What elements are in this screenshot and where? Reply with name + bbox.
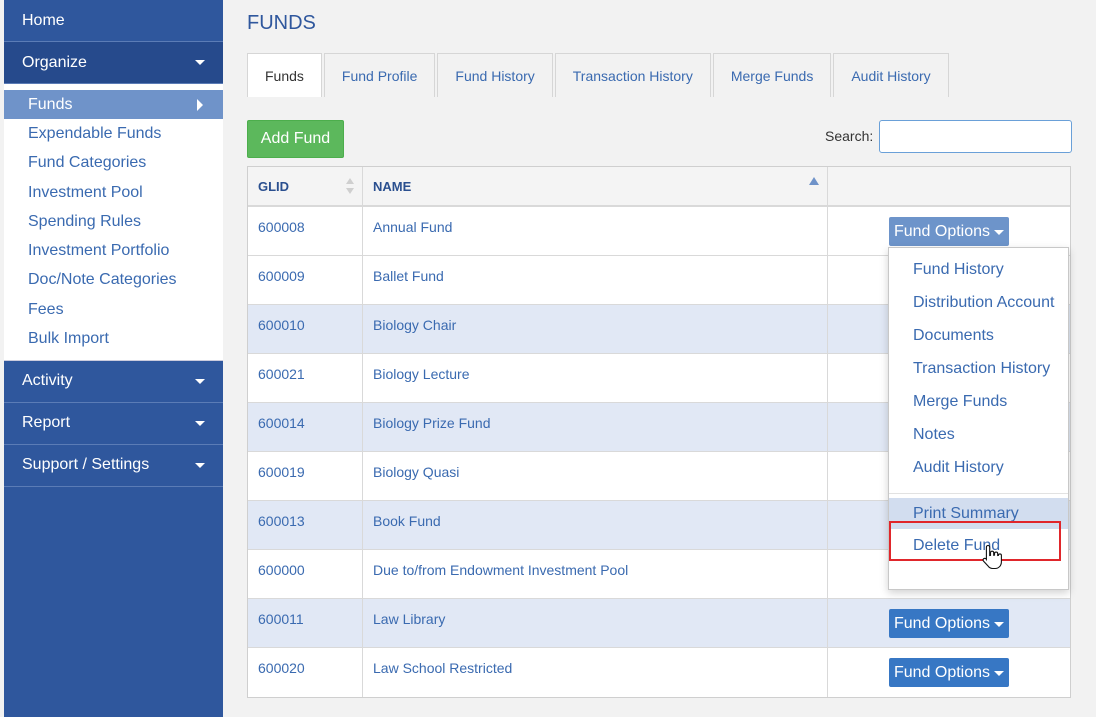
- sidebar-item-fees[interactable]: Fees: [4, 295, 223, 324]
- fund-options-button[interactable]: Fund Options: [889, 217, 1009, 246]
- sidebar-home-label: Home: [22, 11, 65, 29]
- tab-bar: Funds Fund Profile Fund History Transact…: [247, 53, 951, 97]
- sidebar-home[interactable]: Home: [4, 0, 223, 42]
- caret-right-icon: [197, 98, 203, 111]
- fund-options-label: Fund Options: [893, 614, 991, 632]
- sidebar: Home Organize Funds Expendable Funds Fun…: [4, 0, 223, 717]
- menu-item-documents[interactable]: Documents: [889, 319, 1068, 352]
- sidebar-item-expendable-funds[interactable]: Expendable Funds: [4, 119, 223, 148]
- fund-options-menu: Fund History Distribution Account Docume…: [888, 247, 1069, 590]
- sidebar-item-investment-pool[interactable]: Investment Pool: [4, 178, 223, 207]
- caret-down-icon: [195, 420, 205, 426]
- actions-cell: Fund Options: [828, 599, 1070, 647]
- caret-down-icon: [195, 60, 205, 65]
- search-input[interactable]: [879, 120, 1072, 153]
- sidebar-activity-label: Activity: [22, 372, 73, 390]
- sidebar-item-label: Funds: [28, 95, 73, 113]
- glid-cell[interactable]: 600008: [248, 207, 363, 255]
- column-header-label: NAME: [373, 178, 412, 194]
- fund-options-button[interactable]: Fund Options: [889, 609, 1009, 638]
- name-cell[interactable]: Due to/from Endowment Investment Pool: [363, 550, 828, 598]
- hand-pointer-icon: [982, 544, 1002, 570]
- glid-cell[interactable]: 600011: [248, 599, 363, 647]
- sidebar-item-spending-rules[interactable]: Spending Rules: [4, 207, 223, 236]
- glid-cell[interactable]: 600014: [248, 403, 363, 451]
- name-cell[interactable]: Ballet Fund: [363, 256, 828, 304]
- caret-down-icon: [994, 622, 1005, 627]
- menu-item-audit-history[interactable]: Audit History: [889, 451, 1068, 484]
- tab-merge-funds[interactable]: Merge Funds: [712, 53, 832, 97]
- name-cell[interactable]: Law School Restricted: [363, 648, 828, 697]
- glid-cell[interactable]: 600009: [248, 256, 363, 304]
- sidebar-item-bulk-import[interactable]: Bulk Import: [4, 324, 223, 353]
- menu-item-distribution-account[interactable]: Distribution Account: [889, 286, 1068, 319]
- fund-options-label: Fund Options: [893, 222, 991, 240]
- menu-item-merge-funds[interactable]: Merge Funds: [889, 385, 1068, 418]
- sidebar-report-label: Report: [22, 414, 71, 432]
- add-fund-button[interactable]: Add Fund: [247, 120, 344, 158]
- tab-audit-history[interactable]: Audit History: [833, 53, 949, 97]
- fund-options-button[interactable]: Fund Options: [889, 658, 1009, 687]
- glid-cell[interactable]: 600020: [248, 648, 363, 697]
- tab-transaction-history[interactable]: Transaction History: [554, 53, 711, 97]
- table-row: 600020 Law School Restricted Fund Option…: [248, 648, 1070, 697]
- column-header-name[interactable]: NAME: [363, 167, 828, 205]
- sidebar-item-investment-portfolio[interactable]: Investment Portfolio: [4, 236, 223, 265]
- sort-ascending-icon: [809, 177, 819, 185]
- sidebar-activity[interactable]: Activity: [4, 361, 223, 403]
- column-header-label: GLID: [258, 178, 290, 194]
- organize-submenu: Funds Expendable Funds Fund Categories I…: [4, 84, 223, 361]
- glid-cell[interactable]: 600013: [248, 501, 363, 549]
- page-title: FUNDS: [247, 12, 316, 34]
- sidebar-organize-label: Organize: [22, 53, 87, 71]
- column-header-glid[interactable]: GLID: [248, 167, 363, 205]
- sidebar-item-doc-note-categories[interactable]: Doc/Note Categories: [4, 266, 223, 295]
- glid-cell[interactable]: 600019: [248, 452, 363, 500]
- name-cell[interactable]: Biology Lecture: [363, 354, 828, 402]
- menu-item-print-summary[interactable]: Print Summary: [889, 498, 1068, 529]
- menu-item-transaction-history[interactable]: Transaction History: [889, 352, 1068, 385]
- menu-item-delete-fund[interactable]: Delete Fund: [889, 529, 1068, 562]
- fund-options-label: Fund Options: [893, 663, 991, 681]
- name-cell[interactable]: Annual Fund: [363, 207, 828, 255]
- name-cell[interactable]: Biology Prize Fund: [363, 403, 828, 451]
- glid-cell[interactable]: 600000: [248, 550, 363, 598]
- sort-icon: [346, 178, 354, 194]
- tab-fund-profile[interactable]: Fund Profile: [323, 53, 436, 97]
- caret-down-icon: [994, 671, 1005, 676]
- menu-item-fund-history[interactable]: Fund History: [889, 253, 1068, 286]
- column-header-actions: [828, 167, 1070, 205]
- caret-down-icon: [195, 378, 205, 384]
- sidebar-support-settings[interactable]: Support / Settings: [4, 445, 223, 487]
- sidebar-support-label: Support / Settings: [22, 456, 150, 474]
- caret-down-icon: [195, 462, 205, 468]
- caret-down-icon: [994, 230, 1005, 235]
- table-row: 600011 Law Library Fund Options: [248, 599, 1070, 648]
- sidebar-item-funds[interactable]: Funds: [4, 90, 223, 120]
- sidebar-report[interactable]: Report: [4, 403, 223, 445]
- sidebar-item-fund-categories[interactable]: Fund Categories: [4, 149, 223, 178]
- sidebar-organize[interactable]: Organize: [4, 42, 223, 84]
- search-label: Search:: [825, 128, 874, 144]
- glid-cell[interactable]: 600021: [248, 354, 363, 402]
- name-cell[interactable]: Biology Quasi: [363, 452, 828, 500]
- name-cell[interactable]: Biology Chair: [363, 305, 828, 353]
- name-cell[interactable]: Book Fund: [363, 501, 828, 549]
- menu-item-notes[interactable]: Notes: [889, 418, 1068, 451]
- glid-cell[interactable]: 600010: [248, 305, 363, 353]
- menu-divider: [889, 493, 1068, 494]
- tab-funds[interactable]: Funds: [247, 53, 322, 97]
- actions-cell: Fund Options: [828, 648, 1070, 697]
- table-header: GLID NAME: [248, 167, 1070, 207]
- tab-fund-history[interactable]: Fund History: [437, 53, 553, 97]
- name-cell[interactable]: Law Library: [363, 599, 828, 647]
